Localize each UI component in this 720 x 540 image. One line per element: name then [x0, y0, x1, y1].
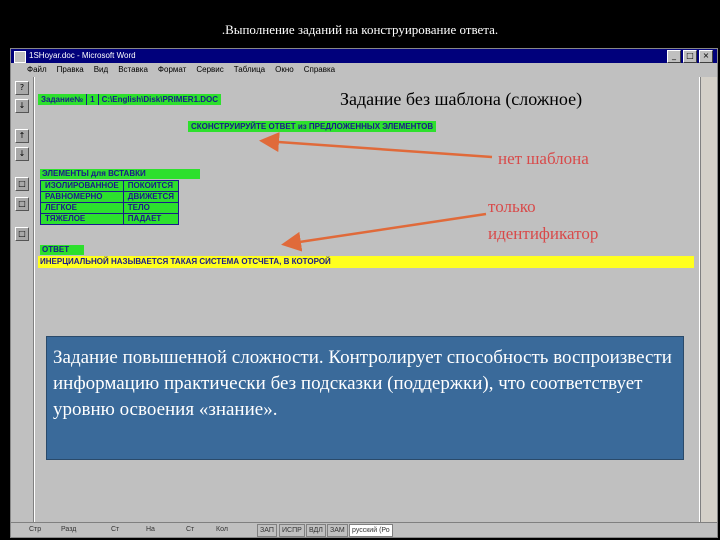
task-number-label: Задание№ — [41, 95, 84, 104]
menu-window[interactable]: Окно — [275, 63, 294, 77]
arrow-up-icon[interactable]: ↑ — [15, 129, 29, 143]
elements-title: ЭЛЕМЕНТЫ для ВСТАВКИ — [40, 169, 200, 179]
menu-tools[interactable]: Сервис — [196, 63, 223, 77]
no-template-label: нет шаблона — [498, 149, 589, 168]
table-row: РАВНОМЕРНО ДВИЖЕТСЯ — [40, 191, 179, 203]
table-row: ЛЕГКОЕ ТЕЛО — [40, 202, 179, 214]
slide-title: .Выполнение заданий на конструирование о… — [221, 22, 499, 37]
table-row: ТЯЖЕЛОЕ ПАДАЕТ — [40, 213, 179, 225]
status-at: На — [146, 526, 155, 533]
status-ovr[interactable]: ЗАМ — [327, 524, 348, 537]
element-cell[interactable]: ЛЕГКОЕ — [40, 202, 124, 214]
info-box: Задание повышенной сложности. Контролиру… — [46, 336, 684, 460]
left-toolbar: ? ↓ ↑ ↓ □ □ □ — [11, 77, 34, 537]
maximize-button[interactable]: □ — [683, 50, 697, 63]
page-icon[interactable]: □ — [15, 177, 29, 191]
status-column: Кол — [216, 526, 228, 533]
element-cell[interactable]: РАВНОМЕРНО — [40, 191, 124, 203]
element-cell[interactable]: ПАДАЕТ — [122, 213, 179, 225]
status-ext[interactable]: ВДЛ — [306, 524, 326, 537]
answer-input[interactable]: ИНЕРЦИАЛЬНОЙ НАЗЫВАЕТСЯ ТАКАЯ СИСТЕМА ОТ… — [38, 256, 694, 268]
word-app-icon[interactable] — [14, 51, 26, 63]
arrow-down-icon[interactable]: ↓ — [15, 147, 29, 161]
instruction-text: СКОНСТРУИРУЙТЕ ОТВЕТ из ПРЕДЛОЖЕННЫХ ЭЛЕ… — [188, 121, 437, 132]
vertical-scrollbar[interactable] — [700, 77, 717, 523]
page-icon[interactable]: □ — [15, 227, 29, 241]
status-bar: Стр Разд Ст На Ст Кол ЗАП ИСПР ВДЛ ЗАМ р… — [11, 522, 717, 537]
status-section: Разд — [61, 526, 77, 533]
close-button[interactable]: × — [699, 50, 713, 63]
page-icon[interactable]: □ — [15, 197, 29, 211]
window-title: 1SHoyar.doc - Microsoft Word — [29, 51, 136, 60]
status-rec[interactable]: ЗАП — [257, 524, 277, 537]
menu-insert[interactable]: Вставка — [118, 63, 148, 77]
elements-table: ИЗОЛИРОВАННОЕ ПОКОИТСЯ РАВНОМЕРНО ДВИЖЕТ… — [40, 180, 179, 225]
identifier-label-line2: идентификатор — [488, 224, 599, 243]
task-number-value: 1 — [86, 94, 99, 105]
table-row: ИЗОЛИРОВАННОЕ ПОКОИТСЯ — [40, 180, 179, 192]
element-cell[interactable]: ПОКОИТСЯ — [122, 180, 179, 192]
answer-label: ОТВЕТ — [40, 245, 84, 255]
element-cell[interactable]: ТЕЛО — [122, 202, 179, 214]
element-cell[interactable]: ТЯЖЕЛОЕ — [40, 213, 124, 225]
arrow-down-icon[interactable]: ↓ — [15, 99, 29, 113]
element-cell[interactable]: ИЗОЛИРОВАННОЕ — [40, 180, 124, 192]
menu-help[interactable]: Справка — [304, 63, 335, 77]
minimize-button[interactable]: _ — [667, 50, 681, 63]
title-bar[interactable]: 1SHoyar.doc - Microsoft Word _ □ × — [11, 49, 717, 63]
menu-format[interactable]: Формат — [158, 63, 186, 77]
menu-file[interactable]: Файл — [27, 63, 47, 77]
task-header-row: Задание№ 1 C:\English\Disk\PRIMER1.DOC — [38, 94, 222, 105]
menu-table[interactable]: Таблица — [234, 63, 265, 77]
status-page: Стр — [29, 526, 42, 533]
help-icon[interactable]: ? — [15, 81, 29, 95]
slide: .Выполнение заданий на конструирование о… — [0, 0, 720, 540]
task-type-label: Задание без шаблона (сложное) — [340, 89, 583, 109]
menu-view[interactable]: Вид — [94, 63, 108, 77]
status-language[interactable]: русский (Ро — [349, 524, 393, 537]
identifier-label-line1: только — [488, 197, 536, 216]
task-file-path: C:\English\Disk\PRIMER1.DOC — [101, 95, 219, 104]
status-line: Ст — [186, 526, 195, 533]
element-cell[interactable]: ДВИЖЕТСЯ — [122, 191, 179, 203]
status-item: Ст — [111, 526, 120, 533]
status-track[interactable]: ИСПР — [279, 524, 305, 537]
menu-edit[interactable]: Правка — [57, 63, 84, 77]
menu-bar: Файл Правка Вид Вставка Формат Сервис Та… — [11, 63, 717, 77]
